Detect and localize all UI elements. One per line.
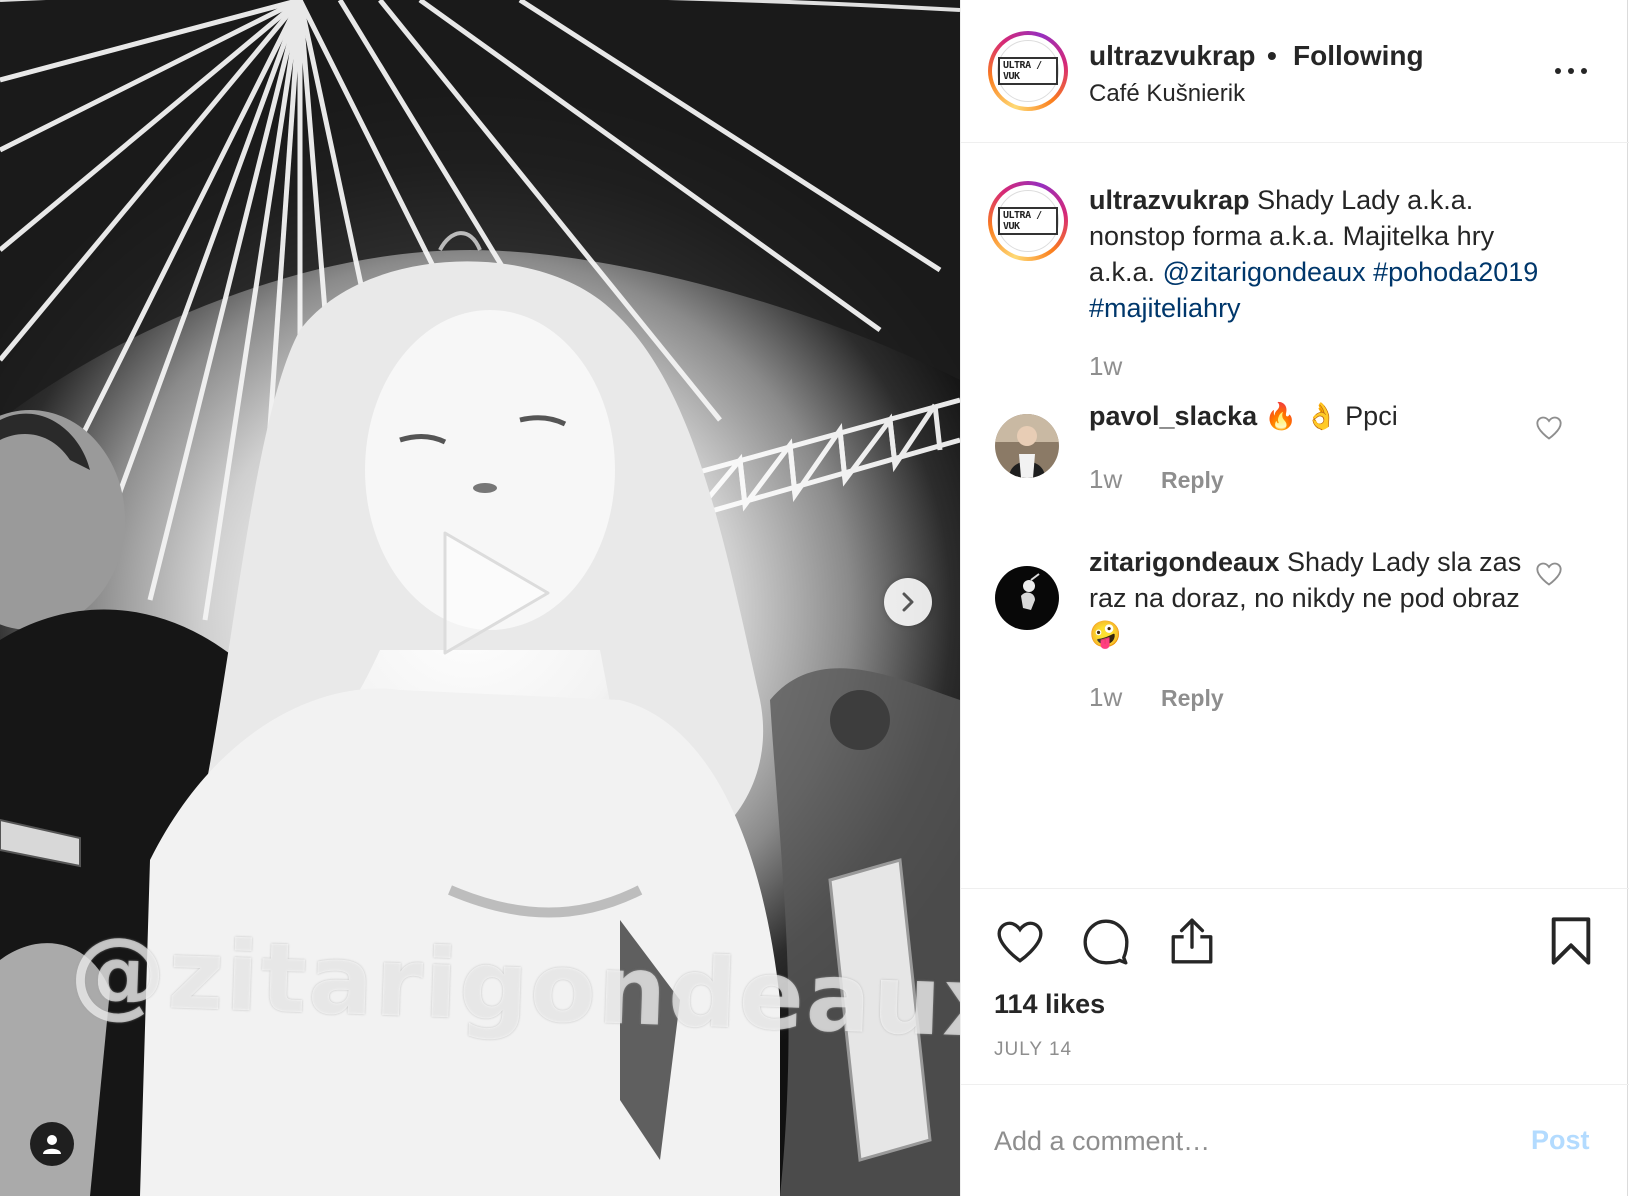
more-dot: [1568, 68, 1574, 74]
comment-timestamp[interactable]: 1w: [1089, 464, 1122, 495]
author-username[interactable]: ultrazvukrap: [1089, 40, 1256, 72]
avatar-photo: [995, 414, 1059, 478]
caption: ultrazvukrap Shady Lady a.k.a. nonstop f…: [1089, 182, 1559, 326]
caption-author-avatar[interactable]: ULTRA / VUK: [988, 181, 1068, 261]
comment-2: zitarigondeaux Shady Lady sla zas raz na…: [1089, 544, 1529, 653]
location-link[interactable]: Café Kušnierik: [1089, 80, 1245, 108]
caption-hashtag[interactable]: #pohoda2019: [1373, 257, 1538, 287]
comment-bubble-icon[interactable]: [1081, 917, 1131, 967]
tagged-users-button[interactable]: [30, 1122, 74, 1166]
next-media-button[interactable]: [884, 578, 932, 626]
instagram-post: @zitarigondeaux ULTRA / VUK ultrazvukrap: [0, 0, 1632, 1202]
commenter-avatar[interactable]: [995, 414, 1059, 478]
post-header: ULTRA / VUK ultrazvukrap • Following Caf…: [961, 0, 1629, 143]
ultrazvuk-logo: ULTRA / VUK: [998, 207, 1058, 235]
comment-emoji: 🤪: [1089, 620, 1122, 650]
comment-emoji: 🔥 👌: [1264, 402, 1338, 432]
comment-text: Ppci: [1345, 401, 1398, 431]
following-button[interactable]: Following: [1293, 40, 1424, 72]
action-bar: 114 likes JULY 14: [961, 888, 1629, 1084]
caption-hashtag[interactable]: #majiteliahry: [1089, 293, 1241, 323]
chevron-right-icon: [902, 592, 914, 612]
add-comment-bar: Post: [961, 1084, 1629, 1196]
like-comment-heart-icon[interactable]: [1535, 414, 1563, 442]
caption-mention[interactable]: @zitarigondeaux: [1163, 257, 1366, 287]
likes-count[interactable]: 114 likes: [994, 989, 1105, 1020]
play-icon: [443, 531, 550, 655]
reply-button[interactable]: Reply: [1161, 467, 1224, 494]
play-button[interactable]: [420, 523, 560, 663]
comment-username[interactable]: zitarigondeaux: [1089, 547, 1280, 577]
like-comment-heart-icon[interactable]: [1535, 560, 1563, 588]
share-icon[interactable]: [1167, 915, 1217, 967]
avatar-photo: [995, 566, 1059, 630]
user-icon: [43, 1135, 61, 1154]
caption-timestamp[interactable]: 1w: [1089, 351, 1122, 382]
like-heart-icon[interactable]: [995, 917, 1045, 967]
ultrazvuk-logo: ULTRA / VUK: [998, 57, 1058, 85]
caption-username[interactable]: ultrazvukrap: [1089, 185, 1250, 215]
author-avatar[interactable]: ULTRA / VUK: [988, 31, 1068, 111]
separator-dot: •: [1267, 40, 1277, 71]
post-details-panel: ULTRA / VUK ultrazvukrap • Following Caf…: [960, 0, 1629, 1196]
comment-username[interactable]: pavol_slacka: [1089, 401, 1257, 431]
comment-input[interactable]: [994, 1111, 1494, 1171]
more-dot: [1581, 68, 1587, 74]
post-date[interactable]: JULY 14: [994, 1039, 1072, 1061]
comment-timestamp[interactable]: 1w: [1089, 682, 1122, 713]
more-options-button[interactable]: [1551, 56, 1591, 86]
reply-button[interactable]: Reply: [1161, 685, 1224, 712]
comments-section[interactable]: ULTRA / VUK ultrazvukrap Shady Lady a.k.…: [961, 144, 1629, 888]
comment-1: pavol_slacka 🔥 👌 Ppci: [1089, 398, 1529, 435]
commenter-avatar[interactable]: [995, 566, 1059, 630]
more-dot: [1555, 68, 1561, 74]
post-media[interactable]: @zitarigondeaux: [0, 0, 960, 1196]
post-comment-button[interactable]: Post: [1531, 1125, 1590, 1156]
save-bookmark-icon[interactable]: [1549, 915, 1593, 967]
